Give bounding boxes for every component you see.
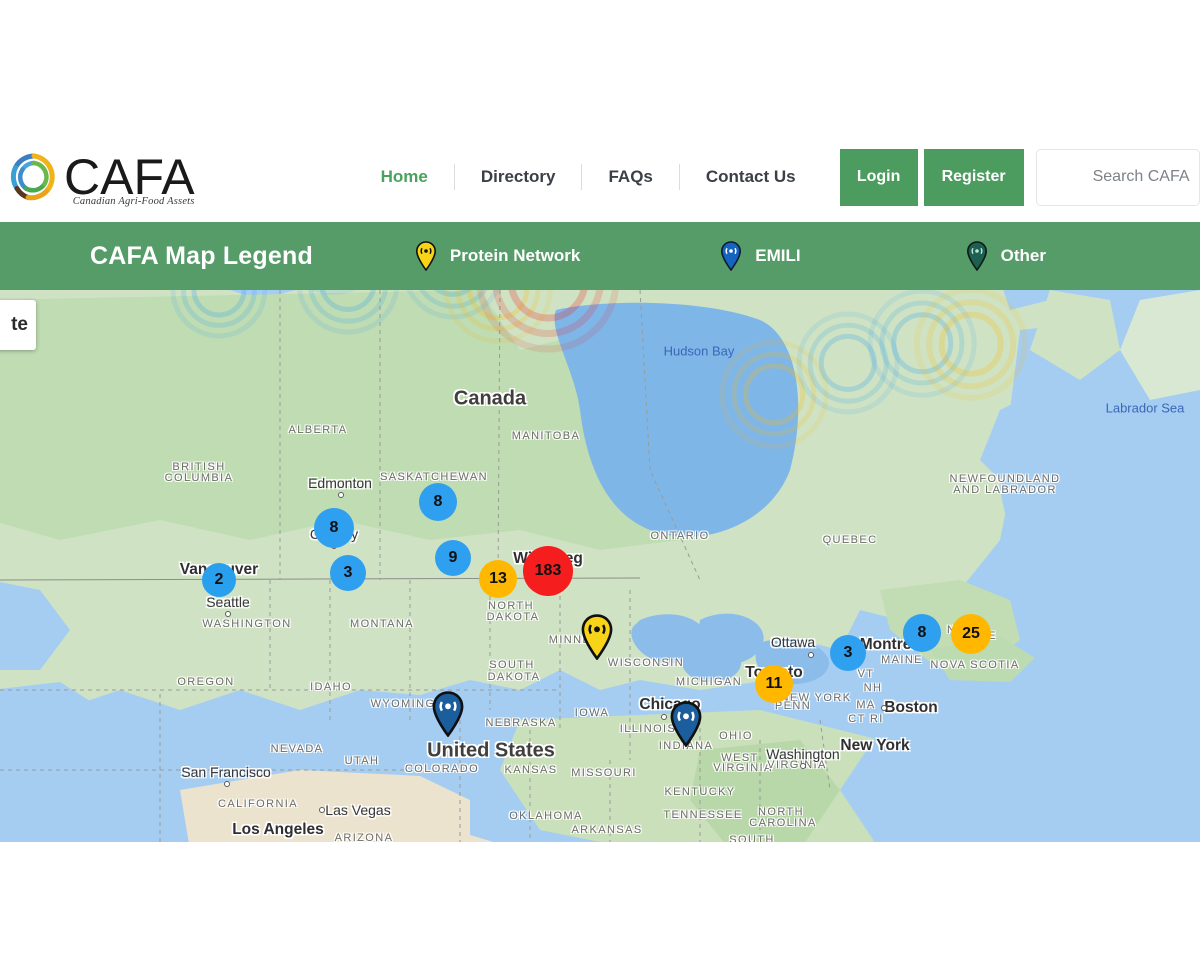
city-dot xyxy=(319,807,325,813)
map-canvas[interactable]: te Canada United States Hudson Bay Labrador… xyxy=(0,290,1200,842)
cluster-toronto[interactable]: 11 xyxy=(755,665,793,703)
nav-item-home[interactable]: Home xyxy=(355,164,454,190)
cluster-ottawa[interactable]: 3 xyxy=(830,635,866,671)
cluster-southern-alberta[interactable]: 3 xyxy=(330,555,366,591)
site-header: CAFA Canadian Agri-Food Assets Home Dire… xyxy=(0,132,1200,222)
brand-logo[interactable]: CAFA Canadian Agri-Food Assets xyxy=(8,151,195,207)
legend-label-emili: EMILI xyxy=(755,246,801,265)
map-pin-icon xyxy=(581,614,613,661)
legend-label-protein-network: Protein Network xyxy=(449,246,581,265)
map-pin-colorado[interactable] xyxy=(431,691,465,742)
login-button[interactable]: Login xyxy=(839,148,918,206)
city-dot xyxy=(338,492,344,498)
nav-item-faqs[interactable]: FAQs xyxy=(582,164,678,190)
city-dot xyxy=(661,714,667,720)
cluster-manitoba-west[interactable]: 13 xyxy=(479,560,517,598)
page-root: CAFA Canadian Agri-Food Assets Home Dire… xyxy=(0,0,1200,960)
map-pin-icon xyxy=(432,691,464,738)
map-pin-indiana[interactable] xyxy=(669,701,703,752)
city-dot xyxy=(808,652,814,658)
legend-item-other[interactable]: Other xyxy=(966,241,1046,271)
cafa-ring-logo-icon xyxy=(8,151,60,203)
legend-label-other: Other xyxy=(1000,246,1046,265)
cluster-montreal[interactable]: 8 xyxy=(903,614,941,652)
city-dot xyxy=(225,611,231,617)
cluster-regina[interactable]: 9 xyxy=(435,540,471,576)
nav-item-directory[interactable]: Directory xyxy=(455,164,582,190)
nav-item-contact-us[interactable]: Contact Us xyxy=(680,164,822,190)
main-navigation: Home Directory FAQs Contact Us xyxy=(355,149,822,205)
search-input[interactable] xyxy=(1036,168,1199,186)
map-pin-icon xyxy=(415,241,436,271)
city-dot xyxy=(224,781,230,787)
map-legend-title: CAFA Map Legend xyxy=(90,241,313,270)
city-dot xyxy=(881,705,887,711)
cluster-saskatchewan[interactable]: 8 xyxy=(419,483,457,521)
legend-item-emili[interactable]: EMILI xyxy=(720,241,801,271)
map-control-tab[interactable]: te xyxy=(0,300,36,350)
brand-subtitle: Canadian Agri-Food Assets xyxy=(72,196,195,207)
cluster-vancouver[interactable]: 2 xyxy=(202,563,236,597)
map-pin-icon xyxy=(670,701,702,748)
map-pin-icon xyxy=(721,241,742,271)
cluster-winnipeg[interactable]: 183 xyxy=(523,546,573,596)
map-pin-icon xyxy=(966,241,987,271)
city-dot xyxy=(800,763,806,769)
map-pin-minnesota[interactable] xyxy=(580,614,614,665)
cluster-calgary[interactable]: 8 xyxy=(314,508,354,548)
register-button[interactable]: Register xyxy=(923,148,1024,206)
legend-item-protein-network[interactable]: Protein Network xyxy=(415,241,580,271)
cluster-nova-scotia[interactable]: 25 xyxy=(951,614,991,654)
map-basemap xyxy=(0,290,1200,842)
search-box[interactable] xyxy=(1035,148,1200,206)
map-legend-bar: CAFA Map Legend Protein Network EMILI Ot… xyxy=(0,222,1200,290)
